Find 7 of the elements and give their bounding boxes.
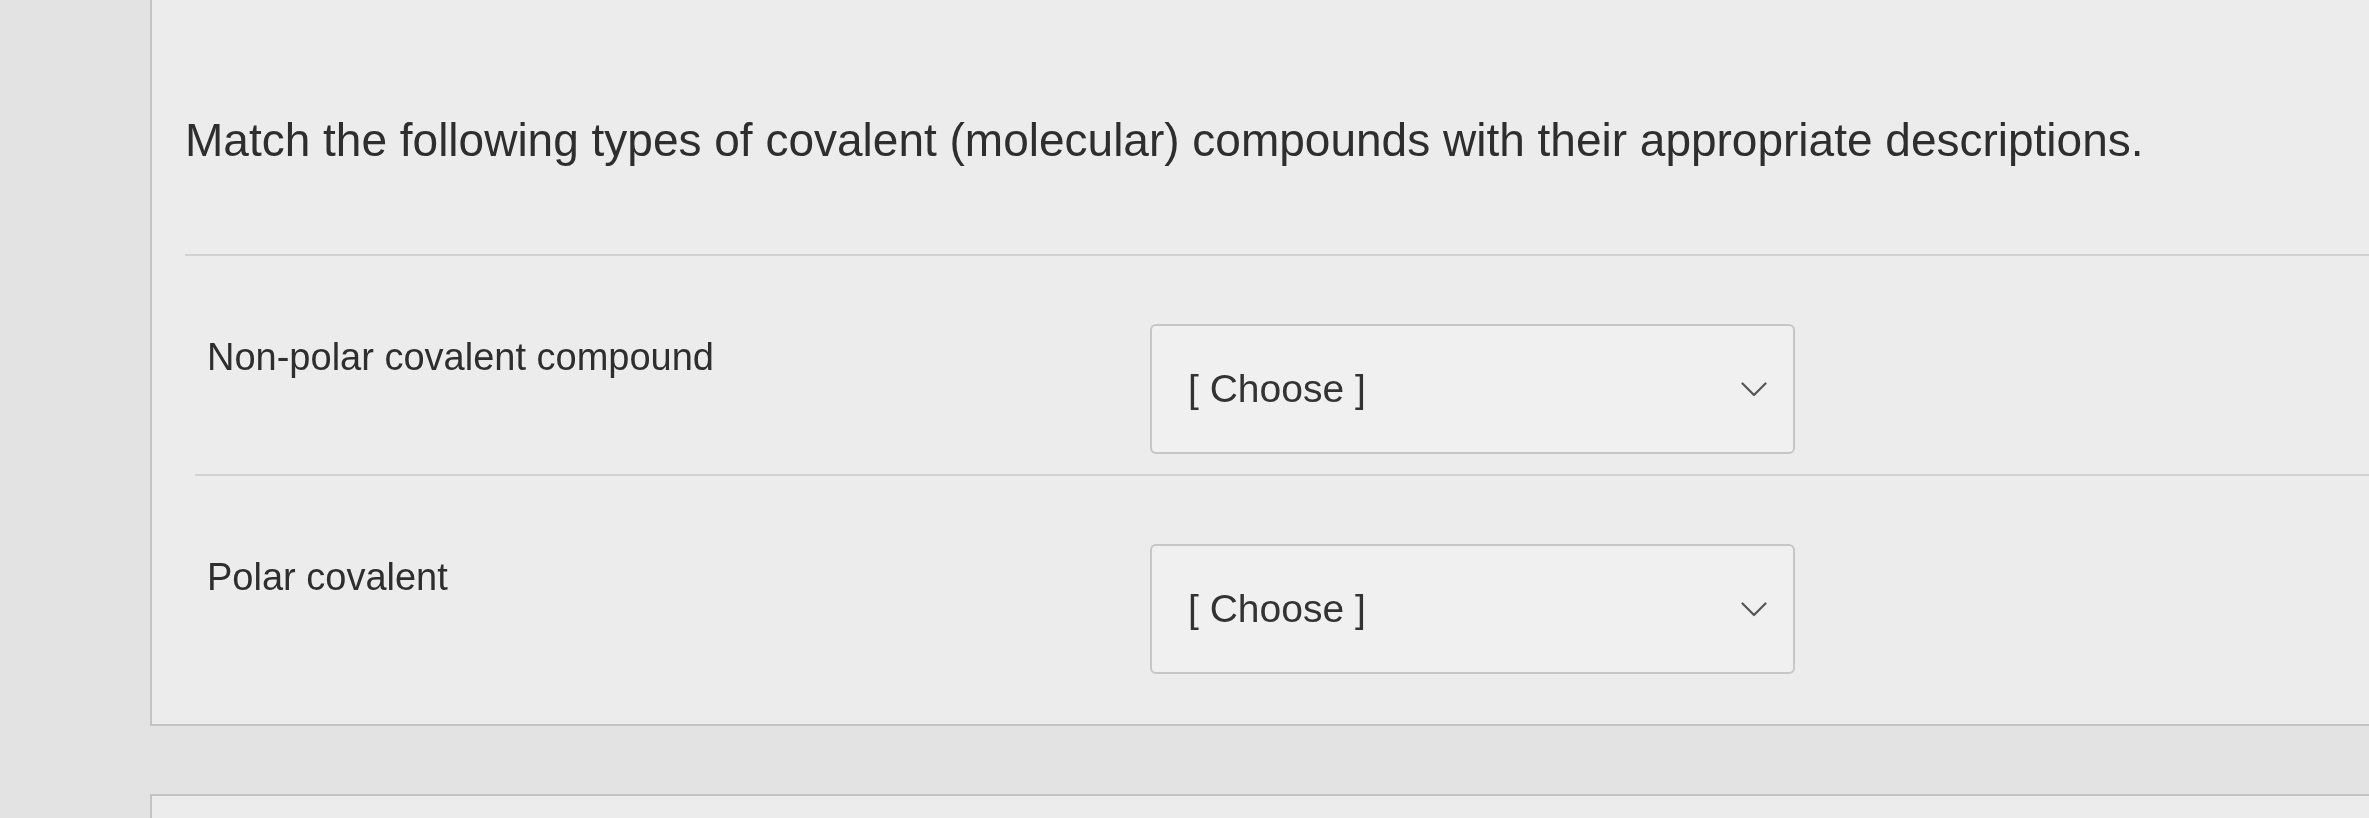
match-label: Non-polar covalent compound <box>207 335 714 380</box>
answer-dropdown[interactable]: [ Choose ] <box>1150 544 1795 674</box>
question-text: Match the following types of covalent (molecular) compounds with their appropriate descriptions. <box>185 113 2144 168</box>
chevron-down-icon <box>1741 381 1767 397</box>
chevron-down-icon <box>1741 601 1767 617</box>
match-label: Polar covalent <box>207 555 448 600</box>
answer-dropdown[interactable]: [ Choose ] <box>1150 324 1795 454</box>
